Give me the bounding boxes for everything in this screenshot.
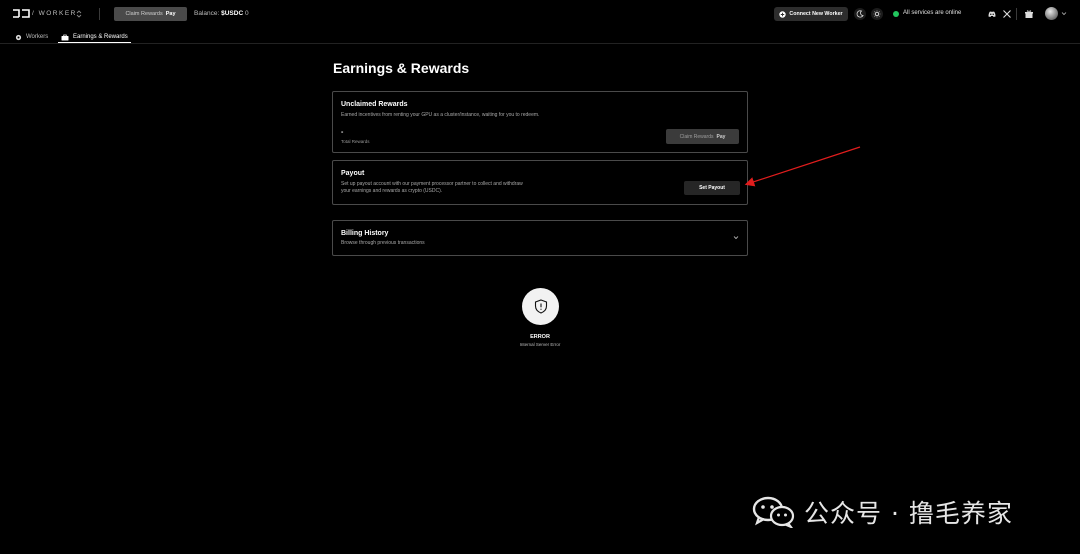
briefcase-icon <box>61 34 69 40</box>
moon-icon <box>856 10 864 18</box>
claim-rewards-button[interactable]: Claim Rewards Pay <box>666 129 739 144</box>
sun-icon <box>873 10 881 18</box>
pay-label: Pay <box>716 133 726 140</box>
error-badge <box>522 288 559 325</box>
chevron-down-icon[interactable] <box>1061 11 1067 16</box>
workers-icon <box>15 34 22 40</box>
payout-description-line2: your earnings and rewards as crypto (USD… <box>341 188 443 194</box>
total-rewards-label: Total Rewards <box>341 139 370 144</box>
chevron-down-icon[interactable] <box>733 235 739 240</box>
page-title: Earnings & Rewards <box>333 60 470 76</box>
billing-history-card[interactable]: Billing History Browse through previous … <box>332 220 748 256</box>
pay-label: Pay <box>165 11 176 17</box>
connect-new-worker-button[interactable]: Connect New Worker <box>774 7 848 21</box>
unclaimed-rewards-description: Earned incentives from renting your GPU … <box>341 112 540 118</box>
avatar[interactable] <box>1045 7 1058 20</box>
plus-icon <box>779 10 787 18</box>
tab-workers-label: Workers <box>26 34 49 40</box>
light-mode-toggle[interactable] <box>871 8 883 20</box>
tab-earnings-label: Earnings & Rewards <box>73 34 128 40</box>
tab-workers[interactable]: Workers <box>15 30 48 44</box>
active-tab-indicator <box>58 42 131 43</box>
unclaimed-rewards-title: Unclaimed Rewards <box>341 101 408 108</box>
total-rewards-value: - <box>341 129 344 136</box>
top-bar: / WORKER Claim Rewards Pay Balance: $USD… <box>0 0 1080 28</box>
balance-label: Balance: <box>194 10 220 17</box>
apple-pay-icon: Pay <box>166 11 176 17</box>
wechat-icon <box>752 496 795 528</box>
gift-icon[interactable] <box>1024 9 1034 19</box>
watermark-text: 公众号 · 撸毛养家 <box>804 499 1013 528</box>
claim-rewards-label: Claim Rewards <box>125 11 163 17</box>
divider <box>99 8 100 20</box>
tab-bar: Workers Earnings & Rewards <box>0 28 1080 44</box>
error-message: Internal Server Error <box>519 342 561 347</box>
billing-history-description: Browse through previous transactions <box>341 240 425 246</box>
balance-display: Balance: $USDC 0 <box>194 10 249 17</box>
set-payout-label: Set Payout <box>699 185 725 191</box>
balance-currency: $USDC <box>221 10 244 17</box>
logo-icon[interactable] <box>12 8 30 19</box>
watermark: 公众号 · 撸毛养家 <box>752 494 1013 530</box>
x-icon[interactable] <box>1002 9 1012 19</box>
status-text: All services are online <box>903 10 962 16</box>
shield-icon <box>534 299 547 314</box>
dark-mode-toggle[interactable] <box>854 8 866 20</box>
set-payout-button[interactable]: Set Payout <box>684 181 740 195</box>
payout-card: Payout Set up payout account with our pa… <box>332 160 748 205</box>
claim-rewards-header-button[interactable]: Claim Rewards Pay <box>114 7 187 21</box>
payout-description-line1: Set up payout account with our payment p… <box>341 181 523 187</box>
switch-icon[interactable] <box>76 9 82 19</box>
divider <box>1016 8 1017 20</box>
payout-title: Payout <box>341 170 365 177</box>
claim-rewards-button-label: Claim Rewards <box>679 133 714 140</box>
unclaimed-rewards-card: Unclaimed Rewards Earned incentives from… <box>332 91 748 153</box>
logo-text: / WORKER <box>32 10 77 17</box>
apple-pay-icon: Pay <box>717 134 726 140</box>
status-indicator <box>893 11 899 17</box>
balance-value: 0 <box>244 10 249 17</box>
connect-new-worker-label: Connect New Worker <box>789 11 843 17</box>
annotation-arrow <box>744 146 861 187</box>
error-title: ERROR <box>530 334 550 340</box>
billing-history-title: Billing History <box>341 230 389 237</box>
discord-icon[interactable] <box>987 9 997 19</box>
